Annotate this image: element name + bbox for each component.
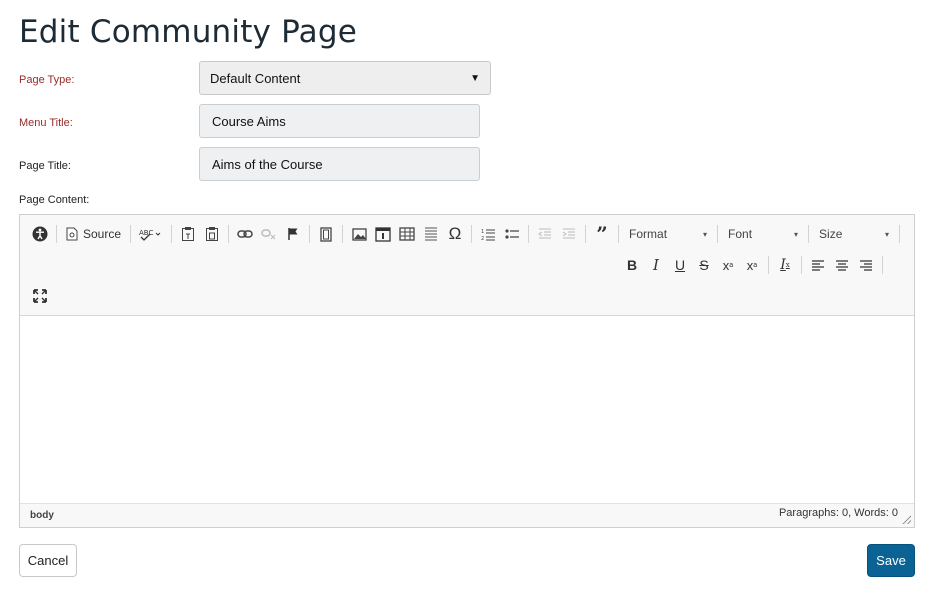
cancel-button[interactable]: Cancel <box>19 544 77 577</box>
numbered-list-icon[interactable]: 12 <box>477 223 499 245</box>
page-type-label: Page Type: <box>19 74 75 86</box>
bold-icon[interactable]: B <box>621 254 643 276</box>
source-label: Source <box>83 227 122 241</box>
subscript-icon[interactable]: xa <box>717 254 739 276</box>
font-dropdown[interactable]: Font ▾ <box>722 223 804 245</box>
bulleted-list-icon[interactable] <box>501 223 523 245</box>
link-icon[interactable] <box>234 223 256 245</box>
strikethrough-icon[interactable]: S <box>693 254 715 276</box>
format-label: Format <box>629 227 668 241</box>
page-content-label: Page Content: <box>19 194 90 206</box>
svg-text:1: 1 <box>481 229 484 235</box>
anchor-flag-icon[interactable] <box>282 223 304 245</box>
chevron-down-icon: ▼ <box>470 72 480 84</box>
save-button[interactable]: Save <box>867 544 915 577</box>
image-icon[interactable] <box>348 223 370 245</box>
paste-word-icon[interactable] <box>201 223 223 245</box>
horizontal-rule-icon[interactable] <box>420 223 442 245</box>
align-left-icon[interactable] <box>807 254 829 276</box>
underline-icon[interactable]: U <box>669 254 691 276</box>
element-path[interactable]: body <box>30 510 54 521</box>
chevron-down-icon: ▾ <box>703 229 708 239</box>
editor-statusbar: body Paragraphs: 0, Words: 0 <box>20 503 914 527</box>
font-label: Font <box>728 227 753 241</box>
size-dropdown[interactable]: Size ▾ <box>813 223 895 245</box>
outdent-icon[interactable] <box>534 223 556 245</box>
align-center-icon[interactable] <box>831 254 853 276</box>
omega-glyph: Ω <box>448 224 462 243</box>
page-title: Edit Community Page <box>19 14 358 50</box>
word-count: Paragraphs: 0, Words: 0 <box>778 506 898 519</box>
menu-title-input[interactable]: Course Aims <box>199 104 480 138</box>
template-icon[interactable] <box>372 223 394 245</box>
source-button[interactable]: Source <box>62 223 125 245</box>
superscript-icon[interactable]: xa <box>741 254 763 276</box>
maximize-icon[interactable] <box>29 285 51 307</box>
page-type-select[interactable]: Default Content ▼ <box>199 61 491 95</box>
svg-text:2: 2 <box>481 236 484 241</box>
editor-content-area[interactable] <box>20 316 914 503</box>
table-icon[interactable] <box>396 223 418 245</box>
page-type-value: Default Content <box>210 70 301 86</box>
page-title-label: Page Title: <box>19 160 71 172</box>
align-right-icon[interactable] <box>855 254 877 276</box>
rich-text-editor: Source ABC Ω 1 2 ” Format ▾ Font ▾ Size … <box>19 214 915 528</box>
italic-icon[interactable]: I <box>645 254 667 276</box>
spellcheck-icon[interactable]: ABC <box>136 223 166 245</box>
chevron-down-icon: ▾ <box>794 229 799 239</box>
menu-title-label: Menu Title: <box>19 117 73 129</box>
page-title-input[interactable]: Aims of the Course <box>199 147 480 181</box>
svg-text:ABC: ABC <box>139 229 153 237</box>
resize-grip-icon[interactable] <box>902 515 911 524</box>
size-label: Size <box>819 227 843 241</box>
accessibility-icon[interactable] <box>29 223 51 245</box>
chevron-down-icon: ▾ <box>885 229 890 239</box>
page-title-value: Aims of the Course <box>212 156 323 172</box>
format-dropdown[interactable]: Format ▾ <box>623 223 713 245</box>
source-icon <box>66 227 78 241</box>
menu-title-value: Course Aims <box>212 113 286 129</box>
paste-text-icon[interactable] <box>177 223 199 245</box>
editor-toolbar: Source ABC Ω 1 2 ” Format ▾ Font ▾ Size … <box>20 215 914 316</box>
unlink-icon[interactable] <box>258 223 280 245</box>
special-char-icon[interactable]: Ω <box>444 223 466 245</box>
remove-format-icon[interactable]: Ix <box>774 254 796 276</box>
video-icon[interactable] <box>315 223 337 245</box>
indent-icon[interactable] <box>558 223 580 245</box>
blockquote-icon[interactable]: ” <box>591 223 613 245</box>
